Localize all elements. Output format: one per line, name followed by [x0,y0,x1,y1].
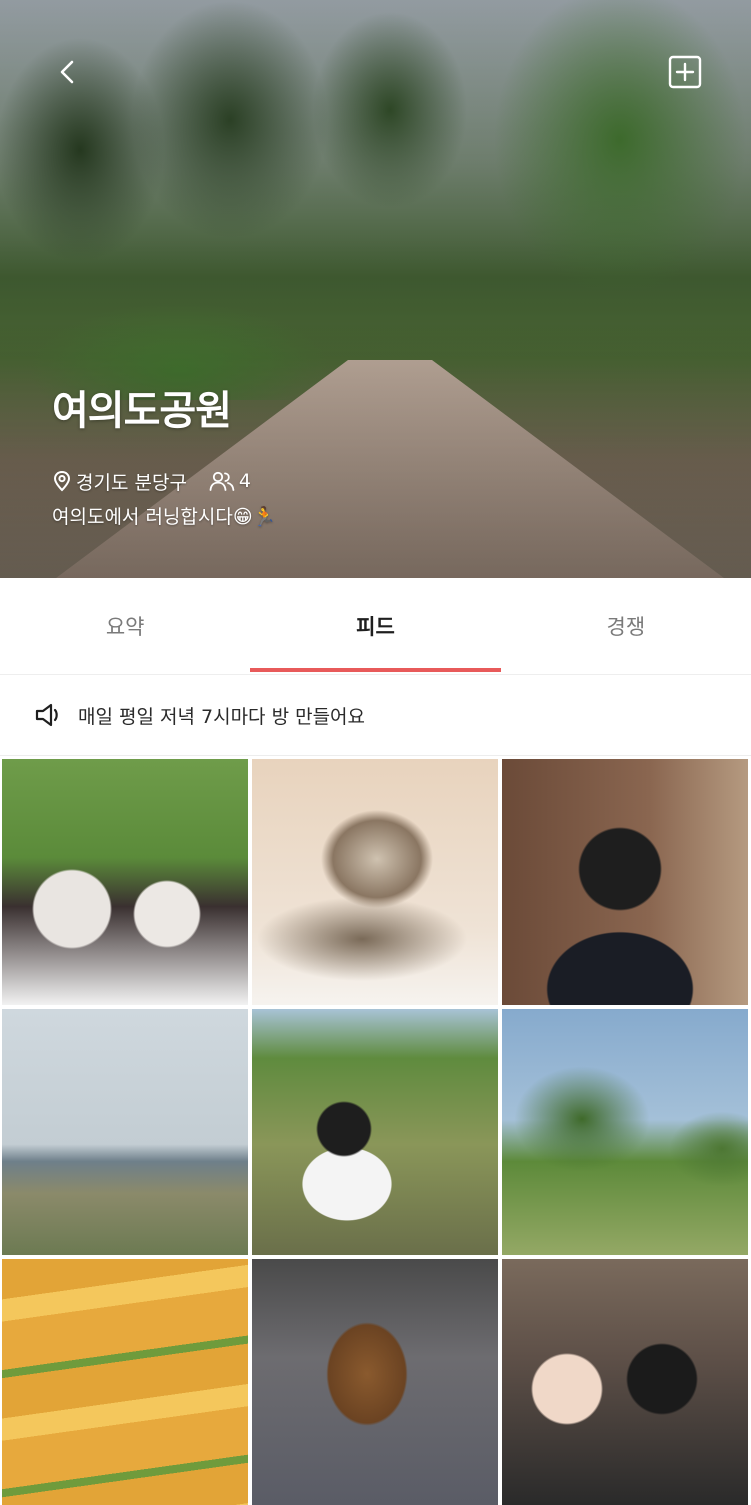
feed-photo[interactable] [502,1009,748,1255]
feed-photo[interactable] [252,759,498,1005]
feed-photo[interactable] [2,759,248,1005]
add-post-button[interactable] [668,55,702,89]
location-label: 경기도 분당구 [76,471,187,494]
hero-banner: 여의도공원 경기도 분당구 4 여의도에서 러닝합시다😁🏃 [0,0,751,578]
chevron-left-icon [60,60,74,84]
room-meta: 경기도 분당구 4 [52,468,251,494]
notice-bar[interactable]: 매일 평일 저녁 7시마다 방 만들어요 [0,675,751,756]
feed-photo[interactable] [502,1259,748,1505]
location-pin-icon [53,470,71,492]
feed-photo[interactable] [502,759,748,1005]
hero-shade [0,318,751,578]
feed-photo[interactable] [252,1259,498,1505]
members-icon [209,471,235,491]
room-description: 여의도에서 러닝합시다😁🏃 [52,506,277,528]
feed-grid [2,759,749,1505]
page-title: 여의도공원 [52,388,232,434]
tab-competition[interactable]: 경쟁 [501,578,751,674]
speaker-icon [35,703,58,727]
plus-square-icon [668,55,702,89]
feed-photo[interactable] [2,1259,248,1505]
tab-bar: 요약 피드 경쟁 [0,578,751,675]
feed-photo[interactable] [252,1009,498,1255]
tab-summary[interactable]: 요약 [0,578,250,674]
back-button[interactable] [52,56,84,88]
tab-feed[interactable]: 피드 [250,578,501,674]
member-count: 4 [238,470,252,492]
feed-photo[interactable] [2,1009,248,1255]
notice-text: 매일 평일 저녁 7시마다 방 만들어요 [78,705,366,728]
